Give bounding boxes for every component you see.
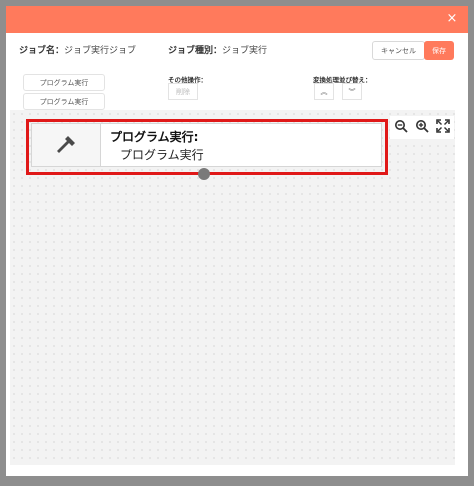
job-type: ジョブ種別：ジョブ実行 (168, 43, 267, 56)
dialog-titlebar: × (6, 6, 468, 33)
job-name: ジョブ名：ジョブ実行ジョブ (19, 43, 136, 56)
cancel-button[interactable]: キャンセル (372, 41, 425, 60)
fullscreen-icon[interactable] (436, 119, 451, 136)
selection-highlight (26, 119, 388, 175)
chevron-double-down-icon: ︾ (348, 87, 356, 96)
job-type-value: ジョブ実行 (222, 46, 268, 56)
chevron-double-up-icon: ︽ (320, 87, 328, 96)
zoom-in-icon[interactable] (415, 119, 429, 136)
move-down-button[interactable]: ︾ (342, 83, 362, 100)
palette-item-program-exec-1[interactable]: プログラム実行 (23, 74, 105, 91)
save-button[interactable]: 保存 (424, 41, 454, 60)
job-type-label: ジョブ種別： (168, 46, 223, 56)
zoom-out-icon[interactable] (394, 119, 408, 136)
close-icon[interactable]: × (445, 12, 459, 26)
move-up-button[interactable]: ︽ (314, 83, 334, 100)
node-connector-handle[interactable] (198, 168, 210, 180)
zoom-toolbar (390, 116, 454, 139)
palette-item-program-exec-2[interactable]: プログラム実行 (23, 93, 105, 110)
job-name-value: ジョブ実行ジョブ (64, 46, 137, 56)
delete-button[interactable]: 削除 (168, 83, 198, 100)
job-name-label: ジョブ名： (19, 46, 65, 56)
